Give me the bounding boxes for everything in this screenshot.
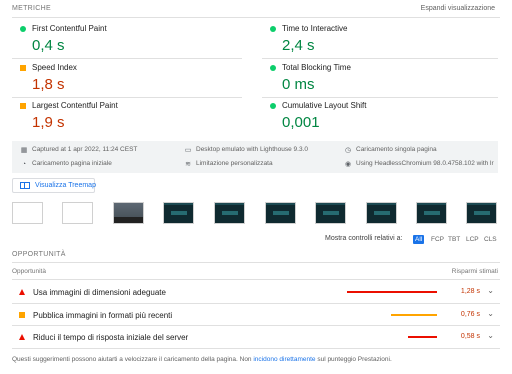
chrome-icon: ◉ [344,161,352,168]
footnote-link[interactable]: incidono direttamente [253,356,315,363]
filmstrip-frame [416,202,447,224]
metric-value: 0,4 s [32,37,65,54]
metric-cls: Cumulative Layout Shift 0,001 [262,99,482,135]
metric-speed-index: Speed Index 1,8 s [12,61,232,97]
captured-info: ▦ Captured at 1 apr 2022, 11:24 CEST [20,146,138,154]
opportunity-label: Usa immagini di dimensioni adeguate [33,288,166,297]
filmstrip-frame [214,202,245,224]
stopwatch-icon: ◷ [344,147,352,154]
metric-label: Largest Contentful Paint [32,101,118,110]
metric-value: 1,9 s [32,114,65,131]
audit-filter-label: Mostra controlli relativi a: [325,235,403,242]
chevron-down-icon[interactable]: ⌄ [487,286,494,295]
divider [262,97,498,98]
chevron-down-icon[interactable]: ⌄ [487,331,494,340]
wifi-icon: ≋ [185,161,191,168]
status-pass-icon [20,26,26,32]
status-average-icon [20,103,26,109]
savings-bar [347,291,437,293]
calendar-icon: ▦ [20,147,28,154]
divider [12,279,500,280]
opportunity-row[interactable]: Pubblica immagini in formati più recenti… [12,304,498,326]
status-pass-icon [270,103,276,109]
opportunity-column-header: Opportunità [12,268,46,275]
status-average-icon [20,65,26,71]
savings-value: 0,76 s [460,311,480,318]
throttling-info: ≋ Limitazione personalizzata [185,160,273,168]
opportunity-row[interactable]: Riduci il tempo di risposta iniziale del… [12,326,498,348]
filter-all[interactable]: All [413,235,425,244]
page-load-info: ◷ Caricamento singola pagina [344,146,437,154]
filter-tbt[interactable]: TBT [446,235,462,244]
opportunities-footnote: Questi suggerimenti possono aiutarti a v… [12,356,392,363]
status-fail-icon [19,289,25,295]
opportunities-section-title: OPPORTUNITÀ [12,251,66,258]
filmstrip-frame [62,202,93,224]
initial-load-info: ◔ Caricamento pagina iniziale [21,160,112,168]
savings-value: 1,28 s [460,288,480,295]
chevron-down-icon[interactable]: ⌄ [487,309,494,318]
filmstrip-frame [113,202,144,224]
savings-value: 0,58 s [460,333,480,340]
divider [12,348,500,349]
metric-value: 0,001 [282,114,320,131]
runtime-info-panel: ▦ Captured at 1 apr 2022, 11:24 CEST ▭ Des… [12,141,498,173]
metric-tti: Time to Interactive 2,4 s [262,22,482,58]
device-info: ▭ Desktop emulato with Lighthouse 9.3.0 [184,146,309,154]
opportunity-label: Pubblica immagini in formati più recenti [33,311,173,320]
metric-lcp: Largest Contentful Paint 1,9 s [12,99,232,135]
metric-value: 2,4 s [282,37,315,54]
metric-value: 1,8 s [32,76,65,93]
divider [12,97,242,98]
metric-label: Cumulative Layout Shift [282,101,367,110]
filter-fcp[interactable]: FCP [429,235,446,244]
expand-view-link[interactable]: Espandi visualizzazione [421,5,495,12]
filter-cls[interactable]: CLS [482,235,499,244]
divider [12,58,242,59]
divider [12,262,500,263]
opportunity-row[interactable]: Usa immagini di dimensioni adeguate 1,28… [12,281,498,303]
metric-tbt: Total Blocking Time 0 ms [262,61,482,97]
savings-bar [391,314,437,316]
divider [12,17,500,18]
metric-value: 0 ms [282,76,315,93]
browser-info: ◉ Using HeadlessChromium 98.0.4758.102 wi… [344,160,494,168]
laptop-icon: ▭ [184,147,192,154]
savings-bar [408,336,437,338]
status-average-icon [19,312,25,318]
filmstrip-frame [366,202,397,224]
filmstrip-frame [265,202,296,224]
savings-column-header: Risparmi stimati [451,268,498,275]
treemap-icon [20,182,30,189]
filmstrip-frame [466,202,497,224]
metric-label: Total Blocking Time [282,63,351,72]
filmstrip-frame [12,202,43,224]
status-pass-icon [270,26,276,32]
status-pass-icon [270,65,276,71]
metric-fcp: First Contentful Paint 0,4 s [12,22,232,58]
view-treemap-button[interactable]: Visualizza Treemap [12,178,96,193]
metric-label: Speed Index [32,63,77,72]
divider [262,58,498,59]
metric-label: First Contentful Paint [32,24,107,33]
filter-lcp[interactable]: LCP [464,235,481,244]
opportunity-label: Riduci il tempo di risposta iniziale del… [33,333,189,342]
status-fail-icon [19,334,25,340]
filmstrip-frame [163,202,194,224]
filmstrip-frame [315,202,346,224]
metrics-section-title: METRICHE [12,5,51,12]
timer-icon: ◔ [21,161,27,168]
metric-label: Time to Interactive [282,24,348,33]
